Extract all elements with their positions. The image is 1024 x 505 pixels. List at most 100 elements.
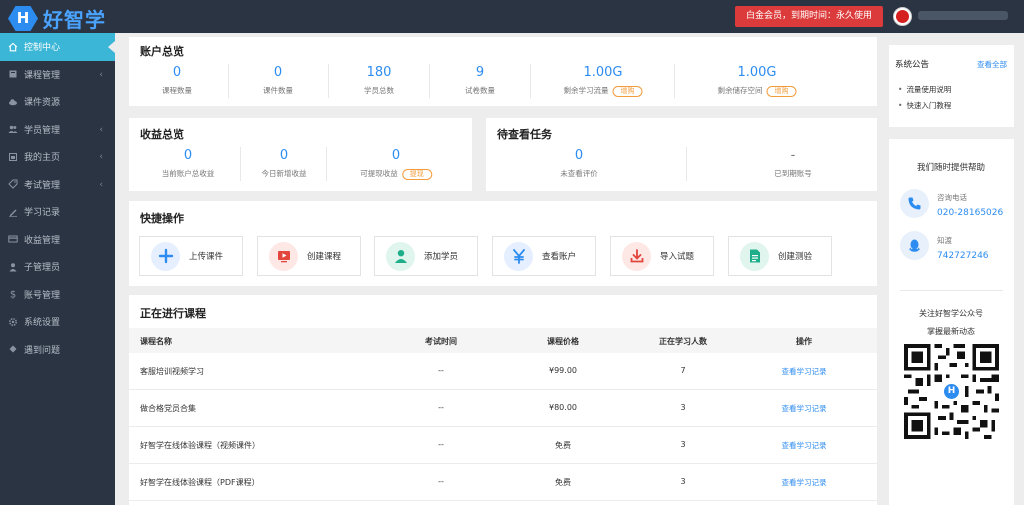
column-header: 课程名称 bbox=[140, 337, 172, 346]
phone-label: 咨询电话 bbox=[937, 193, 967, 202]
stat-today-revenue: 0 今日新增收益 bbox=[261, 148, 307, 178]
import-questions-button[interactable]: 导入试题 bbox=[610, 236, 714, 276]
video-icon bbox=[269, 241, 298, 271]
sidebar-item-label: 控制中心 bbox=[24, 43, 61, 54]
phone-icon bbox=[900, 189, 929, 218]
wechat-qr-code: H bbox=[904, 344, 999, 439]
sidebar-item-exams[interactable]: 考试管理 ‹ bbox=[0, 171, 115, 199]
stat-remaining-storage: 1.00G 剩余储存空间 增购 bbox=[718, 65, 797, 97]
divider bbox=[328, 64, 329, 98]
notice-item[interactable]: 流量使用说明 bbox=[898, 84, 951, 95]
divider bbox=[240, 147, 241, 181]
sidebar: 控制中心 课程管理 ‹ 课件资源 学员管理 ‹ 我的主页 ‹ 考试管理 ‹ 学习… bbox=[0, 33, 115, 505]
view-learning-records-link[interactable]: 查看学习记录 bbox=[782, 440, 827, 451]
course-price: 免费 bbox=[555, 478, 571, 487]
divider bbox=[326, 147, 327, 181]
stat-student-total: 180 学员总数 bbox=[364, 65, 394, 95]
document-icon bbox=[740, 241, 769, 271]
logo[interactable]: H 好智学 bbox=[8, 4, 106, 33]
sidebar-item-learning-records[interactable]: 学习记录 bbox=[0, 198, 115, 226]
exam-time: -- bbox=[438, 403, 444, 412]
help-title: 我们随时提供帮助 bbox=[916, 163, 986, 173]
table-row: 好智学在线体验课程（PDF课程） -- 免费 3 查看学习记录 bbox=[129, 464, 877, 501]
view-learning-records-link[interactable]: 查看学习记录 bbox=[782, 403, 827, 414]
sidebar-item-label: 账号管理 bbox=[24, 290, 61, 301]
qq-label: 知渡 bbox=[937, 236, 952, 245]
view-learning-records-link[interactable]: 查看学习记录 bbox=[782, 477, 827, 488]
username-redacted[interactable] bbox=[918, 11, 1008, 20]
table-header: 课程名称 考试时间 课程价格 正在学习人数 操作 bbox=[129, 328, 877, 353]
chevron-left-icon: ‹ bbox=[99, 124, 103, 135]
vip-status-badge[interactable]: 白金会员，到期时间：永久使用 bbox=[735, 6, 883, 27]
sidebar-item-system-settings[interactable]: 系统设置 bbox=[0, 308, 115, 336]
card-icon bbox=[8, 234, 18, 244]
buy-more-storage-button[interactable]: 增购 bbox=[766, 85, 797, 97]
sidebar-item-students[interactable]: 学员管理 ‹ bbox=[0, 116, 115, 144]
buy-more-traffic-button[interactable]: 增购 bbox=[612, 85, 643, 97]
avatar[interactable] bbox=[893, 7, 912, 26]
sidebar-item-courseware[interactable]: 课件资源 bbox=[0, 88, 115, 116]
create-quiz-button[interactable]: 创建测验 bbox=[728, 236, 832, 276]
tag-icon bbox=[8, 179, 18, 189]
divider bbox=[228, 64, 229, 98]
column-header: 操作 bbox=[796, 337, 812, 346]
view-learning-records-link[interactable]: 查看学习记录 bbox=[782, 366, 827, 377]
stat-remaining-traffic: 1.00G 剩余学习流量 增购 bbox=[564, 65, 643, 97]
help-icon bbox=[8, 344, 18, 354]
qq-number[interactable]: 742727246 bbox=[937, 251, 989, 261]
phone-number[interactable]: 020-28165026 bbox=[937, 208, 1003, 218]
stat-unread-reviews[interactable]: 0 未查看评价 bbox=[560, 148, 598, 179]
sidebar-item-dashboard[interactable]: 控制中心 bbox=[0, 33, 115, 61]
column-header: 正在学习人数 bbox=[659, 337, 707, 346]
logo-icon: H bbox=[8, 6, 38, 31]
qr-logo-icon: H bbox=[942, 382, 961, 401]
divider bbox=[530, 64, 531, 98]
view-account-button[interactable]: 查看账户 bbox=[492, 236, 596, 276]
table-row: 客服培训视频学习 -- ¥99.00 7 查看学习记录 bbox=[129, 353, 877, 390]
course-price: ¥80.00 bbox=[549, 403, 577, 412]
book-icon bbox=[8, 69, 18, 79]
user-icon bbox=[8, 262, 18, 272]
learner-count: 3 bbox=[680, 477, 686, 486]
create-course-button[interactable]: 创建课程 bbox=[257, 236, 361, 276]
quick-actions-title: 快捷操作 bbox=[140, 212, 184, 225]
person-icon bbox=[386, 241, 415, 271]
plus-icon bbox=[151, 241, 180, 271]
table-row: 好智学在线体验课程（视频课件） -- 免费 3 查看学习记录 bbox=[129, 427, 877, 464]
stat-exam-paper-count: 9 试卷数量 bbox=[465, 65, 495, 95]
download-icon bbox=[622, 241, 651, 271]
stat-expired-accounts[interactable]: - 已到期账号 bbox=[774, 148, 812, 179]
divider bbox=[674, 64, 675, 98]
withdraw-button[interactable]: 提现 bbox=[401, 168, 432, 180]
sidebar-item-label: 课件资源 bbox=[24, 98, 61, 109]
sidebar-item-help[interactable]: 遇到问题 bbox=[0, 336, 115, 364]
course-name: 好智学在线体验课程（视频课件） bbox=[140, 441, 260, 450]
revenue-overview-title: 收益总览 bbox=[140, 128, 184, 141]
sidebar-item-sub-admins[interactable]: 子管理员 bbox=[0, 253, 115, 281]
gear-icon bbox=[8, 317, 18, 327]
sidebar-item-revenue[interactable]: 收益管理 bbox=[0, 226, 115, 254]
sidebar-item-label: 遇到问题 bbox=[24, 345, 61, 356]
home-icon bbox=[8, 42, 18, 52]
add-student-button[interactable]: 添加学员 bbox=[374, 236, 478, 276]
course-price: 免费 bbox=[555, 441, 571, 450]
upload-courseware-button[interactable]: 上传课件 bbox=[139, 236, 243, 276]
stat-total-revenue: 0 当前账户总收益 bbox=[161, 148, 215, 178]
ongoing-courses-title: 正在进行课程 bbox=[140, 307, 206, 320]
sidebar-item-label: 考试管理 bbox=[24, 180, 61, 191]
divider bbox=[686, 147, 687, 181]
homepage-icon bbox=[8, 152, 18, 162]
view-all-notices-link[interactable]: 查看全部 bbox=[977, 59, 1007, 70]
yen-icon bbox=[504, 241, 533, 271]
sidebar-item-course-management[interactable]: 课程管理 ‹ bbox=[0, 61, 115, 89]
sidebar-item-label: 子管理员 bbox=[24, 263, 61, 274]
exam-time: -- bbox=[438, 366, 444, 375]
course-name: 客服培训视频学习 bbox=[140, 367, 204, 376]
column-header: 考试时间 bbox=[425, 337, 457, 346]
chevron-left-icon: ‹ bbox=[99, 152, 103, 162]
course-name: 好智学在线体验课程（PDF课程） bbox=[140, 478, 260, 487]
notice-item[interactable]: 快速入门教程 bbox=[898, 100, 951, 111]
sidebar-item-account-management[interactable]: $ 账号管理 bbox=[0, 281, 115, 309]
sidebar-item-my-homepage[interactable]: 我的主页 ‹ bbox=[0, 143, 115, 171]
learner-count: 3 bbox=[680, 440, 686, 449]
